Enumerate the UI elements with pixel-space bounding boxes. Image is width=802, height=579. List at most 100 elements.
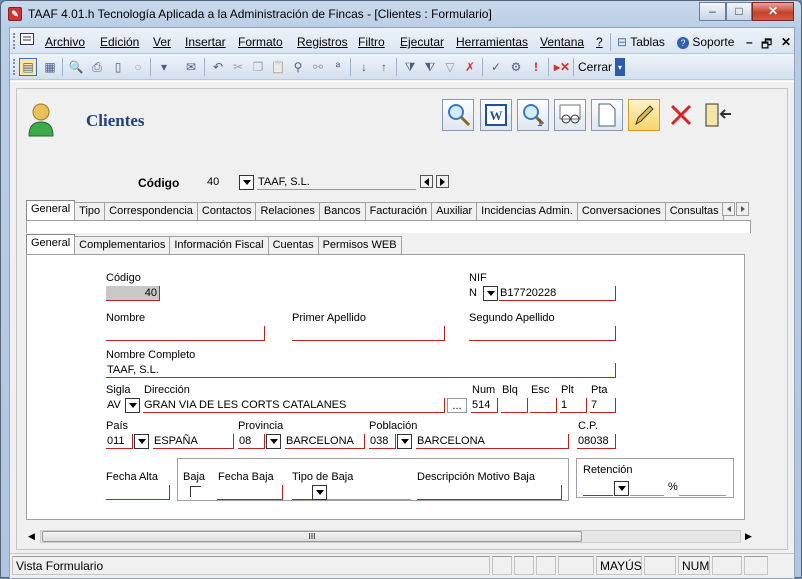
minimize-button[interactable]: – <box>699 2 726 21</box>
menu-help[interactable]: ? <box>596 35 603 49</box>
menu-ejecutar[interactable]: Ejecutar <box>400 35 444 49</box>
tab-consultas[interactable]: Consultas <box>664 202 724 220</box>
tab-correspondencia[interactable]: Correspondencia <box>104 202 198 220</box>
menu-herramientas[interactable]: Herramientas <box>456 35 528 49</box>
mdi-restore-button[interactable]: 🗗 <box>761 35 772 56</box>
descripcion-baja-field[interactable] <box>417 485 562 500</box>
scroll-left-arrow-icon[interactable]: ◀ <box>28 531 35 542</box>
esc-field[interactable] <box>530 398 557 413</box>
print-preview-icon[interactable]: 🔍 <box>67 58 85 76</box>
scroll-right-arrow-icon[interactable]: ▶ <box>745 531 752 542</box>
provincia-dropdown[interactable] <box>266 434 281 449</box>
spelling-icon[interactable]: ª <box>329 58 347 76</box>
segundo-apellido-field[interactable] <box>469 326 616 341</box>
remove-filter-icon[interactable]: ✗ <box>461 58 479 76</box>
tab-facturacion[interactable]: Facturación <box>364 202 433 220</box>
open-icon[interactable]: ✉ <box>182 58 200 76</box>
tab-contactos[interactable]: Contactos <box>196 202 257 220</box>
tipo-baja-dropdown[interactable] <box>312 485 327 500</box>
menu-soporte[interactable]: ? Soporte <box>677 35 734 49</box>
tab-auxiliar[interactable]: Auxiliar <box>431 202 478 220</box>
view-glasses-icon[interactable] <box>554 99 586 131</box>
menu-ver[interactable]: Ver <box>153 35 171 49</box>
mdi-minimize-button[interactable]: – <box>746 35 753 49</box>
replace-icon[interactable]: ⚯ <box>309 58 327 76</box>
menu-edicion[interactable]: Edición <box>100 35 139 49</box>
codigo-dropdown[interactable] <box>239 175 254 190</box>
filter-by-selection-icon[interactable]: ⧩ <box>401 58 419 76</box>
retencion-percent-field[interactable] <box>679 481 726 496</box>
menu-insertar[interactable]: Insertar <box>185 35 226 49</box>
scroll-track[interactable]: III <box>40 530 741 543</box>
tab-relaciones[interactable]: Relaciones <box>255 202 320 220</box>
poblacion-code-field[interactable]: 038 <box>369 434 396 449</box>
nif-type-dropdown[interactable] <box>483 286 498 301</box>
tipo-baja-field[interactable] <box>292 485 312 500</box>
baja-checkbox[interactable] <box>190 486 201 497</box>
datasheet-view-icon[interactable]: ▦ <box>41 58 59 76</box>
delete-record-icon[interactable]: ▸✕ <box>553 58 571 76</box>
subtab-general[interactable]: General <box>26 234 76 254</box>
subtab-complementarios[interactable]: Complementarios <box>74 236 171 254</box>
copy-icon[interactable]: ❐ <box>249 58 267 76</box>
next-record-button[interactable] <box>436 175 449 188</box>
page-setup-icon[interactable]: ▯ <box>109 58 127 76</box>
poblacion-dropdown[interactable] <box>397 434 412 449</box>
filter-by-form-icon[interactable]: ⧨ <box>421 58 439 76</box>
subtab-cuentas[interactable]: Cuentas <box>267 236 319 254</box>
exit-door-icon[interactable] <box>702 99 734 131</box>
primer-apellido-field[interactable] <box>292 326 445 341</box>
tab-bancos[interactable]: Bancos <box>318 202 366 220</box>
pais-code-field[interactable]: 011 <box>106 434 133 449</box>
form-view-icon[interactable]: ▤ <box>19 58 37 76</box>
tabs-scroll-right-button[interactable] <box>736 202 749 216</box>
search-number-icon[interactable]: 1 <box>517 99 549 131</box>
tab-conversaciones[interactable]: Conversaciones <box>576 202 666 220</box>
delete-x-icon[interactable] <box>665 99 697 131</box>
plt-field[interactable]: 1 <box>560 398 587 413</box>
sort-ascending-icon[interactable]: ↓ <box>355 58 373 76</box>
provincia-code-field[interactable]: 08 <box>238 434 265 449</box>
spellcheck-icon[interactable]: ✓ <box>487 58 505 76</box>
find-icon[interactable]: ⚲ <box>289 58 307 76</box>
num-field[interactable]: 514 <box>471 398 498 413</box>
pais-dropdown[interactable] <box>134 434 149 449</box>
word-icon[interactable]: W <box>480 99 512 131</box>
new-object-icon[interactable]: ▾ <box>155 58 173 76</box>
menu-registros[interactable]: Registros <box>297 35 348 49</box>
new-document-icon[interactable] <box>591 99 623 131</box>
edit-pencil-icon[interactable] <box>628 99 660 131</box>
prev-record-button[interactable] <box>420 175 433 188</box>
mdi-close-button[interactable]: ✕ <box>781 35 791 49</box>
cerrar-button[interactable]: Cerrar <box>578 60 612 74</box>
nombre-completo-field[interactable]: TAAF, S.L. <box>106 363 616 378</box>
alert-icon[interactable]: ! <box>527 58 545 76</box>
sigla-field[interactable]: AV <box>106 398 126 413</box>
direccion-browse-button[interactable]: ... <box>447 398 467 413</box>
maximize-button[interactable]: □ <box>726 2 752 21</box>
menu-archivo[interactable]: Archivo <box>45 35 85 49</box>
pta-field[interactable]: 7 <box>590 398 616 413</box>
nombre-field[interactable] <box>106 326 265 341</box>
cp-field[interactable]: 08038 <box>577 434 616 449</box>
undo-icon[interactable]: ↶ <box>209 58 227 76</box>
tabs-scroll-left-button[interactable] <box>722 202 735 216</box>
subtab-permisos-web[interactable]: Permisos WEB <box>317 236 402 254</box>
filter-icon[interactable]: ▽ <box>441 58 459 76</box>
form-icon[interactable] <box>19 31 35 47</box>
tab-incidencias-admin[interactable]: Incidencias Admin. <box>476 202 578 220</box>
zoom-icon[interactable]: ○ <box>129 58 147 76</box>
codigo-field[interactable]: 40 <box>106 286 160 301</box>
subtab-informacion-fiscal[interactable]: Información Fiscal <box>169 236 269 254</box>
search-icon[interactable] <box>442 99 474 131</box>
menu-tablas[interactable]: ⊟ Tablas <box>617 35 665 49</box>
toolbar-overflow-icon[interactable]: ▾ <box>615 58 625 76</box>
tab-tipo[interactable]: Tipo <box>74 202 106 220</box>
menu-formato[interactable]: Formato <box>238 35 283 49</box>
menu-filtro[interactable]: Filtro <box>358 35 385 49</box>
tools-icon[interactable]: ⚙ <box>507 58 525 76</box>
fecha-alta-field[interactable] <box>106 485 170 500</box>
tab-general[interactable]: General <box>26 200 76 220</box>
print-icon[interactable]: ⎙ <box>88 58 106 76</box>
nif-field[interactable]: B17720228 <box>499 286 616 301</box>
